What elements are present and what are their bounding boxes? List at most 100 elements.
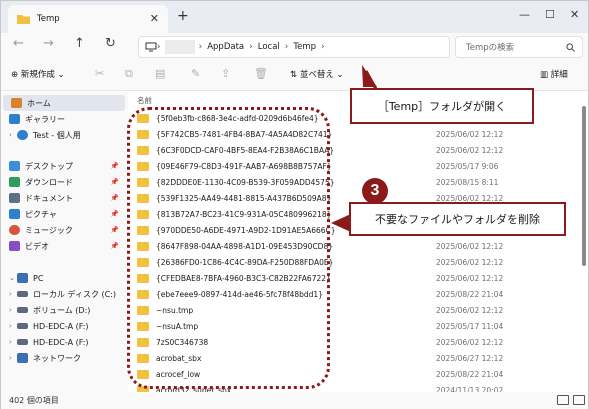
refresh-icon[interactable]: ↻ [105,36,116,51]
sidebar-item-desktop[interactable]: デスクトップ 📌 [1,158,125,174]
sidebar-item-downloads[interactable]: ダウンロード 📌 [1,174,125,190]
tab-temp[interactable]: Temp ✕ [8,5,168,33]
breadcrumb-chevron-icon: › [321,42,325,52]
pin-icon[interactable]: 📌 [110,242,119,250]
sidebar-item-onedrive[interactable]: › Test - 個人用 [1,127,125,143]
sidebar-item-music[interactable]: ミュージック 📌 [1,222,125,238]
folder-icon [17,15,30,24]
vertical-scrollbar[interactable] [581,96,587,386]
navigation-bar: ← → ↑ ↻ › › AppData › Local › Temp › Tem… [1,33,588,59]
address-bar[interactable]: › › AppData › Local › Temp › [138,36,450,58]
pin-icon[interactable]: 📌 [110,162,119,170]
search-input[interactable]: Tempの検索 [455,36,583,58]
new-button[interactable]: ⊕ 新規作成 ⌄ [11,68,65,80]
sidebar-item-label: ローカル ディスク (C:) [33,289,117,299]
sidebar-item-label: HD-EDC-A (F:) [33,321,89,331]
breadcrumb-temp[interactable]: Temp [293,42,316,52]
details-label: 詳細 [550,70,568,80]
command-bar: ⊕ 新規作成 ⌄ ✂ ⧉ ▤ ✎ ⇪ 🗑 ⇅ 並べ替え ⌄ ▥ 詳細 [1,59,588,91]
forward-arrow-icon[interactable]: → [43,36,54,51]
sidebar-item-label: デスクトップ [25,161,73,171]
search-placeholder: Tempの検索 [466,43,515,53]
sidebar-item-label: Test - 個人用 [33,130,81,140]
sidebar-item-label: ボリューム (D:) [33,305,91,315]
desktop-icon [9,161,20,171]
breadcrumb-chevron-icon: › [249,42,253,52]
sidebar-item-label: ネットワーク [33,353,81,363]
cut-icon[interactable]: ✂ [95,67,104,80]
file-date: 2025/06/02 12:12 [436,305,504,315]
tiles-view-icon[interactable] [573,395,585,405]
share-icon[interactable]: ⇪ [221,67,230,80]
expand-chevron-icon[interactable]: › [9,131,17,139]
pin-icon[interactable]: 📌 [110,178,119,186]
file-date: 2025/08/22 21:04 [436,369,504,379]
delete-icon[interactable]: 🗑 [254,67,268,80]
sidebar-item-network[interactable]: › ネットワーク [1,350,125,366]
expand-chevron-icon[interactable]: › [9,322,17,330]
callout-delete-files: 不要なファイルやフォルダを削除 [349,202,566,236]
pin-icon[interactable]: 📌 [110,194,119,202]
sidebar-item-drive-c[interactable]: › ローカル ディスク (C:) [1,286,125,302]
expand-chevron-icon[interactable]: › [9,306,17,314]
expand-chevron-icon[interactable]: › [9,338,17,346]
new-label: 新規作成 [20,70,55,80]
up-arrow-icon[interactable]: ↑ [74,36,85,51]
new-tab-button[interactable]: + [177,8,189,24]
tab-close-icon[interactable]: ✕ [150,12,159,25]
sidebar-item-label: ミュージック [25,225,73,235]
column-header-name[interactable]: 名前 [137,95,152,106]
pin-icon[interactable]: 📌 [110,226,119,234]
file-date: 2025/05/17 11:04 [436,321,504,331]
documents-icon [9,193,20,203]
sidebar-item-label: PC [33,273,44,283]
sidebar-item-label: ギャラリー [25,114,65,124]
sort-label: 並べ替え [299,70,334,80]
sidebar-item-label: ドキュメント [25,193,73,203]
sidebar-item-drive-d[interactable]: › ボリューム (D:) [1,302,125,318]
expand-chevron-icon[interactable]: › [9,354,17,362]
copy-icon[interactable]: ⧉ [125,67,133,81]
breadcrumb-chevron-icon: › [198,42,203,52]
sidebar-item-home[interactable]: ホーム [3,95,125,111]
expand-chevron-icon[interactable]: ⌄ [9,274,17,282]
monitor-icon [145,42,157,52]
file-date: 2025/08/15 8:11 [436,177,499,187]
download-icon [9,177,20,187]
details-view-icon[interactable] [557,395,569,405]
scrollbar-thumb[interactable] [582,106,586,266]
sidebar-item-documents[interactable]: ドキュメント 📌 [1,190,125,206]
file-date: 2025/06/27 12:12 [436,353,504,363]
rename-icon[interactable]: ✎ [191,67,200,80]
drive-icon [17,323,28,329]
sidebar-item-drive-f-2[interactable]: › HD-EDC-A (F:) [1,334,125,350]
pin-icon[interactable]: 📌 [110,210,119,218]
drive-icon [17,291,28,297]
pc-icon [17,273,28,283]
title-bar: Temp ✕ + — ☐ ✕ [1,1,588,33]
paste-icon[interactable]: ▤ [155,67,165,80]
back-arrow-icon[interactable]: ← [13,36,24,51]
sidebar-item-pc[interactable]: ⌄ PC [1,270,125,286]
file-date: 2025/06/02 12:12 [436,241,504,251]
home-icon [11,98,22,108]
breadcrumb-chevron-icon: › [284,42,289,52]
minimize-button[interactable]: — [519,8,530,21]
tab-title: Temp [37,14,60,24]
breadcrumb-local[interactable]: Local [258,42,280,52]
maximize-button[interactable]: ☐ [545,8,555,21]
sidebar-item-pictures[interactable]: ピクチャ 📌 [1,206,125,222]
details-button[interactable]: ▥ 詳細 [540,68,568,80]
breadcrumb-appdata[interactable]: AppData [207,42,244,52]
sort-button[interactable]: ⇅ 並べ替え ⌄ [290,68,344,80]
explorer-window: Temp ✕ + — ☐ ✕ ← → ↑ ↻ › › AppData › Loc… [0,0,589,409]
expand-chevron-icon[interactable]: › [9,290,17,298]
breadcrumb-user-redacted[interactable] [164,40,195,54]
highlight-box-files [127,107,330,389]
sidebar-item-videos[interactable]: ビデオ 📌 [1,238,125,254]
sidebar-item-drive-f[interactable]: › HD-EDC-A (F:) [1,318,125,334]
sidebar-item-gallery[interactable]: ギャラリー [1,111,125,127]
close-window-button[interactable]: ✕ [570,8,579,21]
file-date: 2025/06/02 12:12 [436,257,504,267]
network-icon [17,353,28,363]
